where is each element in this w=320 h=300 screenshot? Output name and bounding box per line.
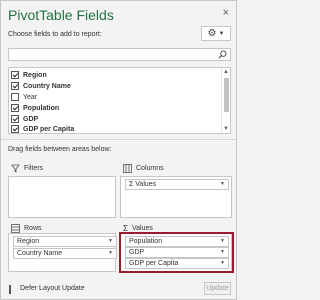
field-checkbox[interactable]	[11, 71, 19, 79]
dropdown-arrow-icon[interactable]: ▼	[108, 238, 113, 244]
filters-header: Filters	[11, 164, 43, 173]
defer-layout-label: Defer Layout Update	[20, 285, 85, 292]
rows-item-country-name[interactable]: Country Name ▼	[13, 248, 117, 259]
filters-area[interactable]	[8, 176, 116, 218]
values-title: Values	[131, 225, 153, 232]
field-label: Population	[23, 104, 60, 112]
rows-icon	[11, 224, 20, 233]
field-checkbox[interactable]	[11, 125, 19, 133]
field-item-gdp[interactable]: GDP	[11, 114, 38, 124]
dropdown-arrow-icon[interactable]: ▼	[220, 181, 225, 187]
columns-area[interactable]: Σ Values ▼	[120, 176, 232, 218]
field-list-scrollbar[interactable]: ▲ ▼	[221, 68, 230, 133]
divider	[1, 139, 236, 140]
rows-area[interactable]: Region ▼ Country Name ▼	[8, 233, 117, 272]
field-label: Region	[23, 71, 47, 79]
scroll-thumb[interactable]	[224, 78, 229, 112]
field-checkbox[interactable]	[11, 93, 19, 101]
filters-title: Filters	[24, 165, 44, 172]
field-item-population[interactable]: Population	[11, 103, 59, 113]
scroll-up-icon[interactable]: ▲	[223, 69, 229, 75]
pill-label: Region	[17, 238, 40, 245]
pill-label: Σ Values	[129, 181, 157, 188]
close-icon[interactable]: ×	[223, 7, 229, 19]
columns-header: Columns	[123, 164, 164, 173]
field-label: Year	[23, 93, 38, 101]
search-icon	[218, 50, 227, 59]
search-input[interactable]	[8, 48, 231, 61]
choose-fields-label: Choose fields to add to report:	[8, 31, 102, 38]
pane-title: PivotTable Fields	[8, 7, 114, 23]
field-checkbox[interactable]	[11, 82, 19, 90]
field-label: Country Name	[23, 82, 71, 90]
field-checkbox[interactable]	[11, 104, 19, 112]
dropdown-arrow-icon[interactable]: ▼	[108, 250, 113, 256]
columns-item-values[interactable]: Σ Values ▼	[125, 179, 229, 190]
update-button[interactable]: Update	[204, 282, 231, 295]
drag-fields-label: Drag fields between areas below:	[8, 146, 112, 153]
tools-button[interactable]: ⚙ ▼	[201, 26, 231, 41]
field-checkbox[interactable]	[11, 115, 19, 123]
field-item-gdp-per-capita[interactable]: GDP per Capita	[11, 124, 74, 134]
scroll-down-icon[interactable]: ▼	[223, 126, 229, 132]
field-item-country-name[interactable]: Country Name	[11, 81, 71, 91]
columns-icon	[123, 164, 132, 173]
pill-label: Country Name	[17, 250, 63, 257]
field-item-year[interactable]: Year	[11, 92, 37, 102]
gear-icon: ⚙	[207, 27, 217, 39]
field-label: GDP	[23, 115, 39, 123]
rows-item-region[interactable]: Region ▼	[13, 236, 117, 247]
chevron-down-icon: ▼	[218, 30, 225, 37]
filter-icon	[11, 164, 20, 173]
rows-header: Rows	[11, 224, 42, 233]
field-item-region[interactable]: Region	[11, 70, 47, 80]
rows-title: Rows	[24, 225, 42, 232]
values-highlight-box	[119, 232, 234, 273]
defer-layout-checkbox[interactable]	[9, 285, 11, 294]
field-label: GDP per Capita	[23, 125, 75, 133]
columns-title: Columns	[136, 165, 164, 172]
field-list: Region Country Name Year Population GDP …	[8, 67, 231, 134]
